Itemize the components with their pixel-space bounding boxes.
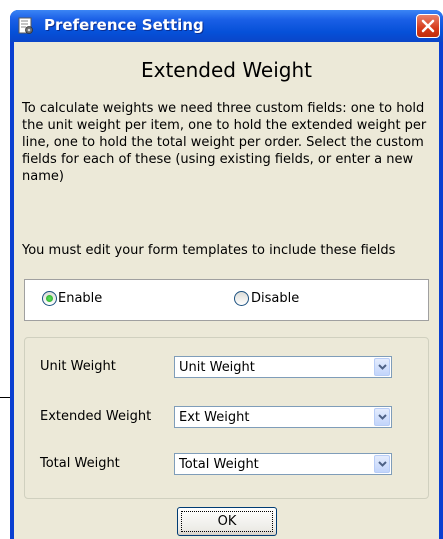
total-weight-value: Total Weight (179, 457, 259, 472)
background-line (0, 397, 10, 398)
dropdown-button[interactable] (374, 455, 390, 473)
window-title: Preference Setting (44, 16, 204, 34)
close-button[interactable] (416, 14, 440, 38)
dropdown-button[interactable] (374, 358, 390, 376)
custom-fields-panel: Unit Weight Unit Weight Extended Weight … (24, 337, 429, 499)
chevron-down-icon (378, 414, 387, 420)
dialog-heading: Extended Weight (140, 58, 313, 82)
unit-weight-label: Unit Weight (40, 359, 116, 374)
enable-radio[interactable] (42, 291, 57, 306)
unit-weight-value: Unit Weight (179, 360, 255, 375)
preference-dialog: Preference Setting Extended Weight To ca… (10, 10, 443, 539)
radio-selected-dot (46, 295, 53, 302)
dialog-body: Extended Weight To calculate weights we … (14, 42, 439, 539)
total-weight-label: Total Weight (40, 456, 120, 471)
total-weight-select[interactable]: Total Weight (174, 453, 392, 475)
extended-weight-value: Ext Weight (179, 410, 250, 425)
ok-button-label: OK (217, 514, 237, 529)
unit-weight-select[interactable]: Unit Weight (174, 356, 392, 378)
dropdown-button[interactable] (374, 408, 390, 426)
mode-radio-group: Enable Disable (24, 279, 429, 321)
extended-weight-select[interactable]: Ext Weight (174, 406, 392, 428)
disable-radio[interactable] (234, 291, 249, 306)
close-icon (421, 19, 435, 33)
disable-label[interactable]: Disable (251, 291, 299, 306)
title-bar[interactable]: Preference Setting (10, 10, 443, 42)
chevron-down-icon (378, 364, 387, 370)
description-text: To calculate weights we need three custo… (22, 101, 427, 184)
document-settings-icon (18, 17, 33, 34)
enable-label[interactable]: Enable (58, 291, 102, 306)
chevron-down-icon (378, 461, 387, 467)
ok-button[interactable]: OK (177, 507, 277, 536)
note-text: You must edit your form templates to inc… (22, 243, 396, 258)
extended-weight-label: Extended Weight (40, 409, 152, 424)
